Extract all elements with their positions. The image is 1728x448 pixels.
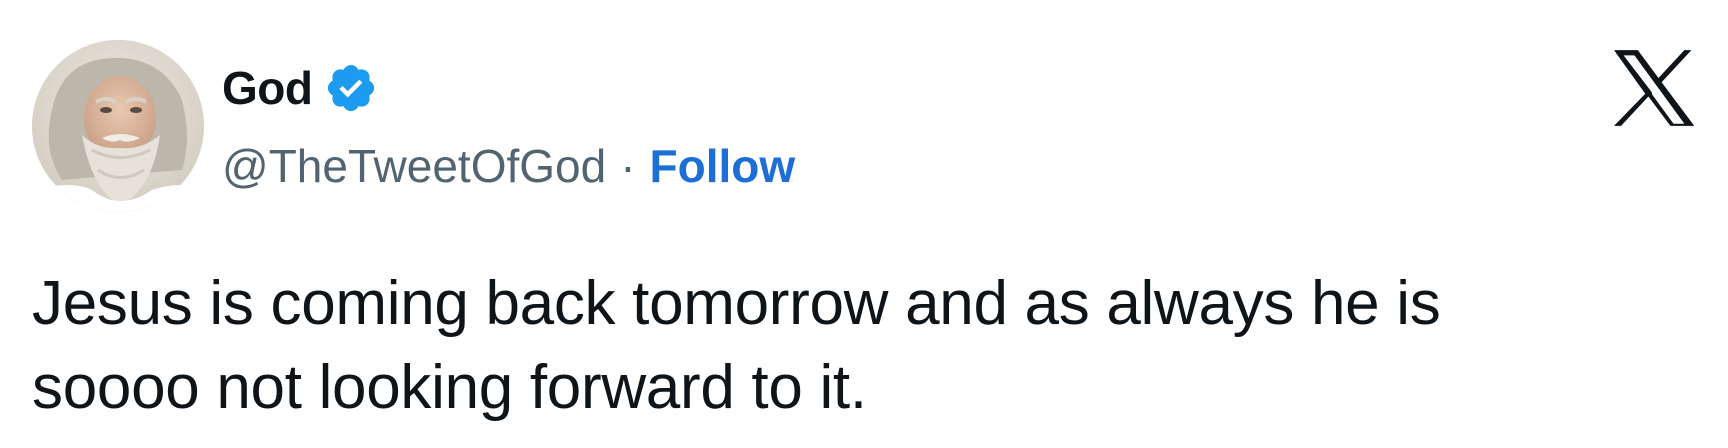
x-logo-icon[interactable] bbox=[1614, 50, 1695, 126]
handle-row: @TheTweetOfGod · Follow bbox=[222, 136, 795, 196]
tweet-text: Jesus is coming back tomorrow and as alw… bbox=[32, 269, 1441, 422]
tweet-card: God @TheTweetOfGod · Follow Jesus is com… bbox=[0, 0, 1728, 448]
author-handle[interactable]: @TheTweetOfGod bbox=[222, 136, 606, 196]
avatar-image bbox=[32, 40, 204, 212]
avatar[interactable] bbox=[32, 40, 204, 212]
follow-button[interactable]: Follow bbox=[650, 136, 796, 196]
verified-badge-icon bbox=[324, 61, 378, 115]
separator-dot: · bbox=[620, 140, 636, 192]
display-name[interactable]: God bbox=[222, 58, 313, 118]
author-name-row: God bbox=[222, 58, 378, 118]
